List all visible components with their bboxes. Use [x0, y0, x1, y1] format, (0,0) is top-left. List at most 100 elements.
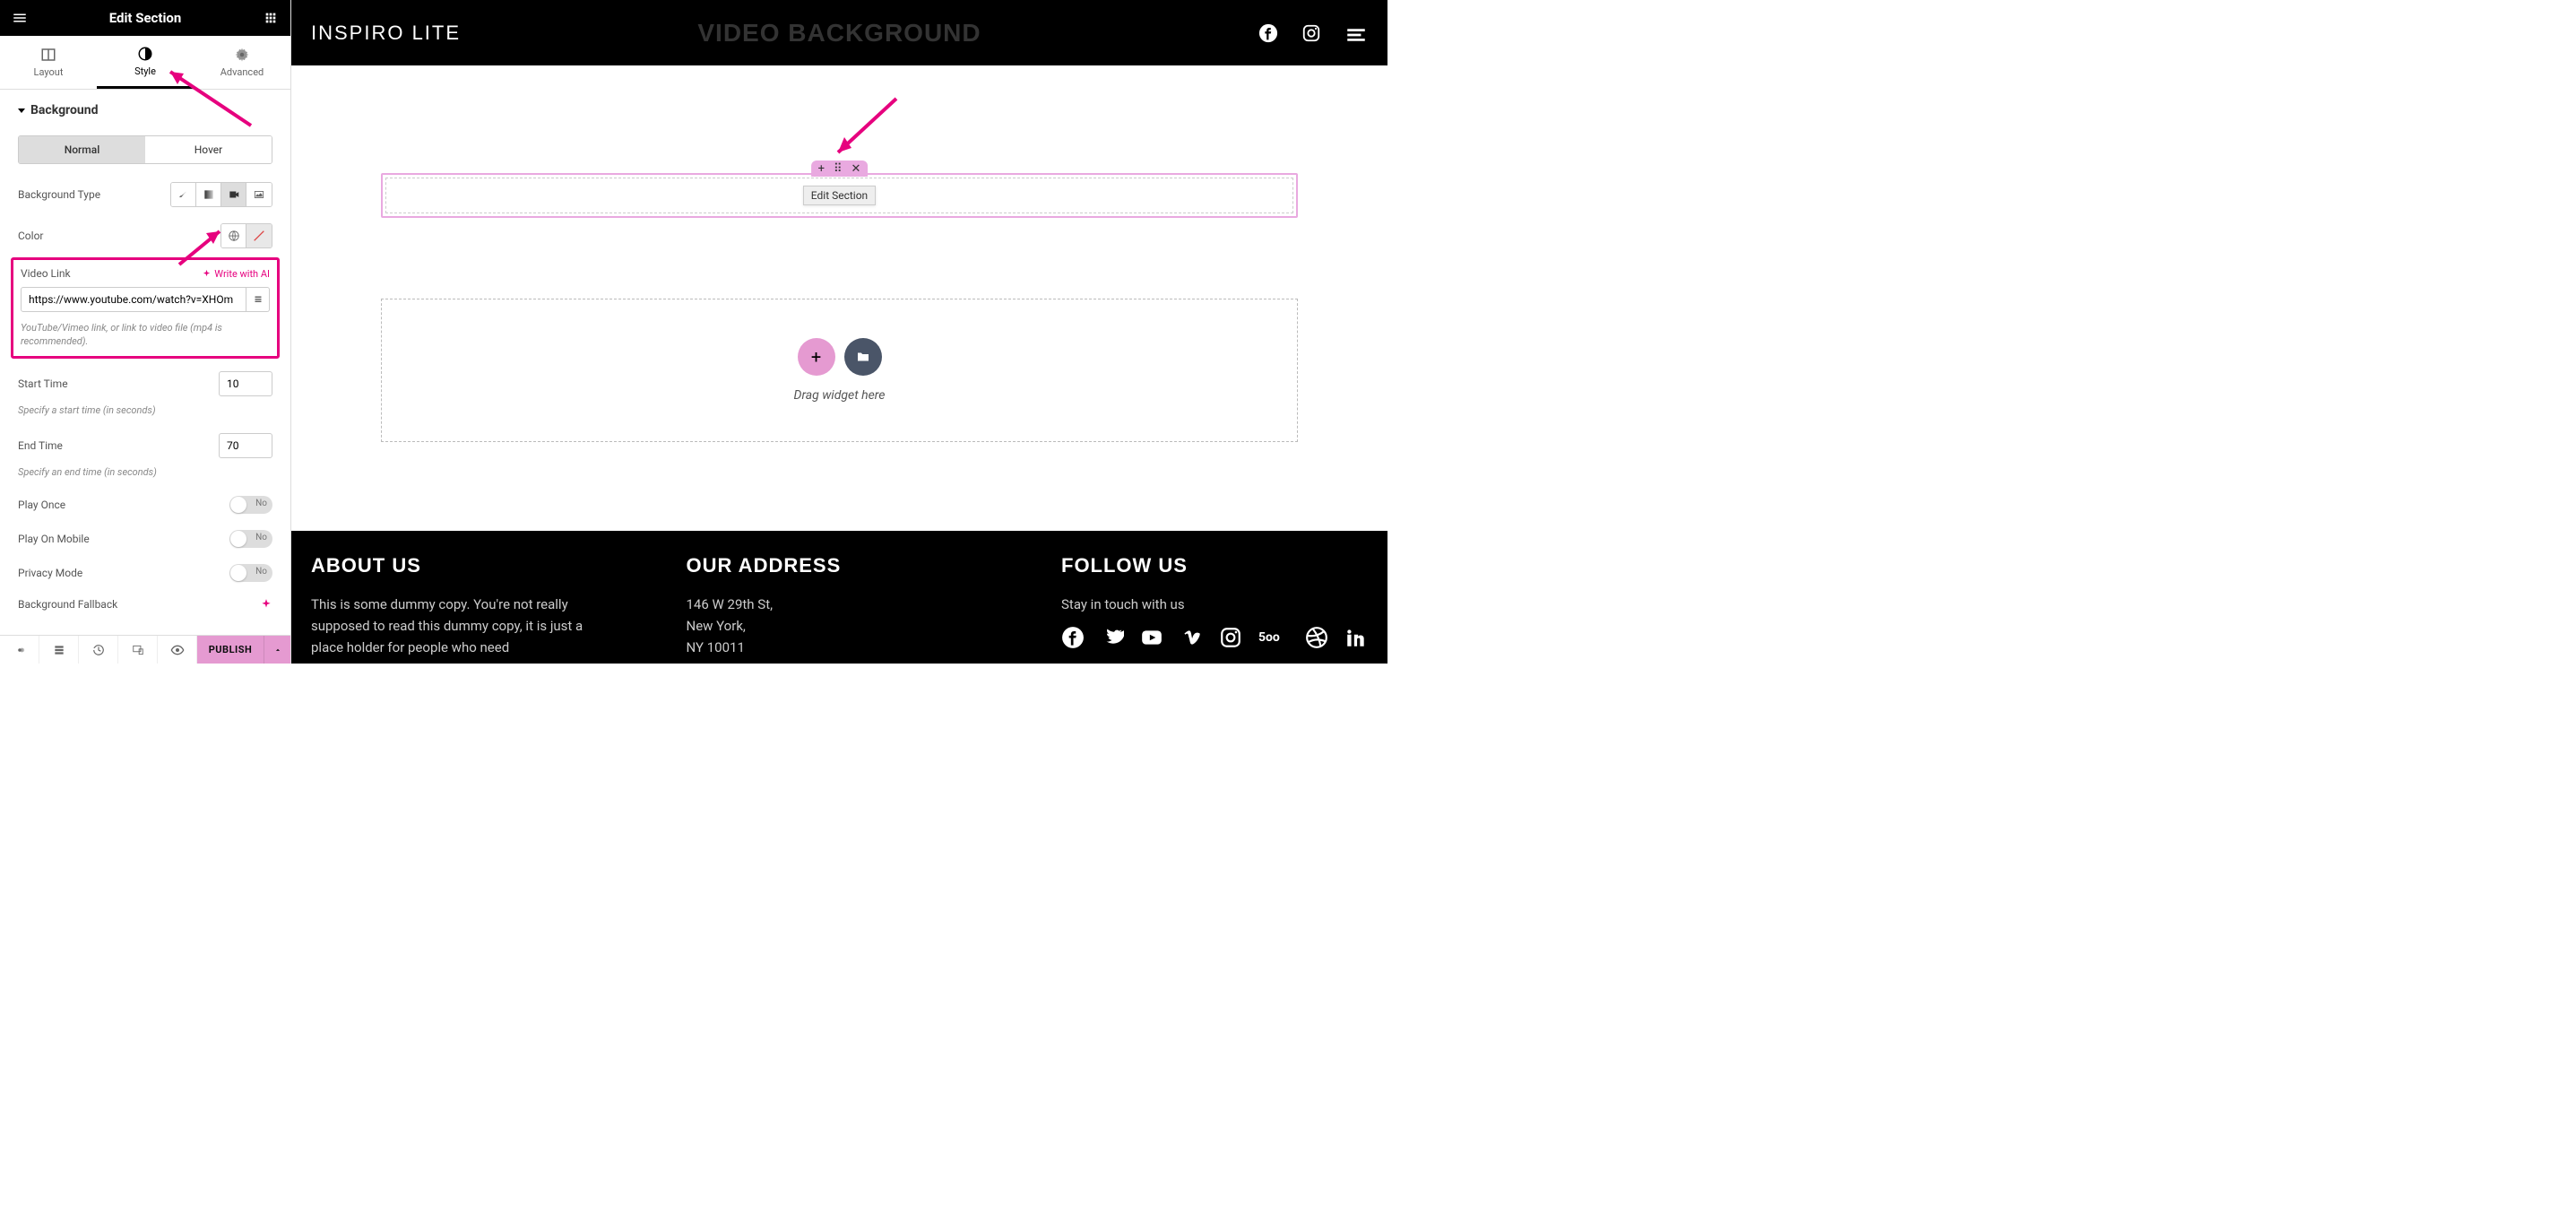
- footer-follow: FOLLOW US Stay in touch with us 5oo: [1061, 554, 1368, 664]
- privacy-toggle[interactable]: No: [229, 564, 272, 582]
- background-section-header[interactable]: Background: [18, 103, 272, 117]
- page-title: VIDEO BACKGROUND: [697, 19, 981, 48]
- bg-type-gradient[interactable]: [196, 183, 221, 206]
- address-text: 146 W 29th St, New York, NY 10011: [687, 594, 990, 658]
- tab-advanced[interactable]: Advanced: [194, 36, 290, 89]
- footer-linkedin-icon[interactable]: [1344, 626, 1368, 649]
- follow-text: Stay in touch with us: [1061, 594, 1368, 615]
- widget-drop-zone[interactable]: + Drag widget here: [381, 299, 1298, 442]
- tab-style-label: Style: [134, 65, 156, 77]
- background-type-row: Background Type: [18, 182, 272, 207]
- start-time-label: Start Time: [18, 377, 68, 390]
- privacy-row: Privacy Mode No: [18, 564, 272, 582]
- color-picker-btn[interactable]: [246, 224, 272, 247]
- tab-layout[interactable]: Layout: [0, 36, 97, 89]
- add-section-icon[interactable]: +: [818, 162, 825, 176]
- tab-style[interactable]: Style: [97, 36, 194, 89]
- video-link-highlight: Video Link Write with AI YouTube/Vimeo l…: [11, 257, 280, 359]
- drag-section-icon[interactable]: ⠿: [834, 162, 843, 176]
- address-title: OUR ADDRESS: [687, 554, 990, 577]
- section-inner[interactable]: + Edit Section: [385, 178, 1293, 213]
- state-tab-hover[interactable]: Hover: [145, 136, 272, 163]
- drop-text: Drag widget here: [794, 388, 886, 403]
- bg-type-label: Background Type: [18, 188, 100, 201]
- end-time-help: Specify an end time (in seconds): [18, 465, 272, 479]
- menu-toggle-icon[interactable]: [1344, 23, 1368, 43]
- end-time-input[interactable]: [219, 433, 272, 458]
- elementor-sidebar: Edit Section Layout Style Advanced Backg…: [0, 0, 291, 664]
- play-mobile-label: Play On Mobile: [18, 533, 90, 545]
- header-social: [1258, 23, 1368, 43]
- write-with-ai-btn[interactable]: Write with AI: [202, 268, 270, 280]
- responsive-icon[interactable]: [118, 636, 158, 664]
- follow-title: FOLLOW US: [1061, 554, 1368, 577]
- play-once-label: Play Once: [18, 499, 65, 511]
- add-widget-button[interactable]: +: [798, 338, 835, 376]
- bg-type-video[interactable]: [221, 183, 246, 206]
- footer-vimeo-icon[interactable]: [1180, 626, 1203, 649]
- preview-icon[interactable]: [158, 636, 197, 664]
- start-time-help: Specify a start time (in seconds): [18, 403, 272, 417]
- site-footer: ABOUT US This is some dummy copy. You're…: [291, 531, 1387, 664]
- color-controls: [220, 223, 272, 248]
- section-handle: + ⠿ ✕: [811, 161, 869, 177]
- tab-layout-label: Layout: [34, 66, 64, 78]
- state-tab-normal[interactable]: Normal: [19, 136, 145, 163]
- start-time-row: Start Time: [18, 371, 272, 396]
- template-library-button[interactable]: [844, 338, 882, 376]
- end-time-row: End Time: [18, 433, 272, 458]
- social-row: 5oo: [1061, 626, 1368, 649]
- footer-twitter-icon[interactable]: [1101, 626, 1124, 649]
- tab-advanced-label: Advanced: [220, 66, 264, 78]
- bg-type-classic[interactable]: [171, 183, 196, 206]
- sparkle-icon: [260, 598, 272, 611]
- panel-body: Background Normal Hover Background Type …: [0, 90, 290, 635]
- edit-section-tooltip: Edit Section: [803, 186, 876, 205]
- color-label: Color: [18, 230, 43, 242]
- video-link-input[interactable]: [21, 287, 246, 312]
- instagram-icon[interactable]: [1301, 23, 1321, 43]
- play-once-row: Play Once No: [18, 496, 272, 514]
- footer-about: ABOUT US This is some dummy copy. You're…: [311, 554, 615, 664]
- state-tabs: Normal Hover: [18, 135, 272, 164]
- start-time-input[interactable]: [219, 371, 272, 396]
- about-title: ABOUT US: [311, 554, 615, 577]
- delete-section-icon[interactable]: ✕: [851, 162, 861, 176]
- editor-canvas: INSPIRO LITE VIDEO BACKGROUND + ⠿ ✕ + Ed…: [291, 0, 1387, 664]
- settings-icon[interactable]: [0, 636, 39, 664]
- bg-type-group: [170, 182, 272, 207]
- caret-down-icon: [18, 108, 25, 113]
- selected-section[interactable]: + ⠿ ✕ + Edit Section: [381, 173, 1298, 218]
- footer-youtube-icon[interactable]: [1140, 626, 1163, 649]
- history-icon[interactable]: [79, 636, 118, 664]
- site-logo[interactable]: INSPIRO LITE: [311, 22, 461, 45]
- site-header: INSPIRO LITE VIDEO BACKGROUND: [291, 0, 1387, 65]
- sidebar-title: Edit Section: [30, 10, 260, 26]
- end-time-label: End Time: [18, 439, 63, 452]
- footer-500px-icon[interactable]: 5oo: [1258, 626, 1289, 649]
- play-mobile-row: Play On Mobile No: [18, 530, 272, 548]
- video-link-help: YouTube/Vimeo link, or link to video fil…: [21, 321, 270, 349]
- dynamic-tag-btn[interactable]: [246, 287, 270, 312]
- sidebar-header: Edit Section: [0, 0, 290, 36]
- navigator-icon[interactable]: [39, 636, 79, 664]
- fallback-row: Background Fallback: [18, 598, 272, 611]
- publish-button[interactable]: PUBLISH: [197, 636, 264, 664]
- about-text: This is some dummy copy. You're not real…: [311, 594, 615, 658]
- sidebar-footer: PUBLISH: [0, 635, 290, 664]
- footer-instagram-icon[interactable]: [1219, 626, 1242, 649]
- fallback-label: Background Fallback: [18, 598, 117, 611]
- facebook-icon[interactable]: [1258, 23, 1278, 43]
- widgets-grid-icon[interactable]: [260, 7, 281, 29]
- global-color-btn[interactable]: [221, 224, 246, 247]
- panel-tabs: Layout Style Advanced: [0, 36, 290, 90]
- menu-icon[interactable]: [9, 7, 30, 29]
- video-link-label: Video Link: [21, 267, 71, 280]
- play-mobile-toggle[interactable]: No: [229, 530, 272, 548]
- play-once-toggle[interactable]: No: [229, 496, 272, 514]
- color-row: Color: [18, 223, 272, 248]
- bg-type-slideshow[interactable]: [246, 183, 272, 206]
- publish-options-btn[interactable]: [264, 636, 290, 664]
- footer-dribbble-icon[interactable]: [1305, 626, 1328, 649]
- footer-facebook-icon[interactable]: [1061, 626, 1085, 649]
